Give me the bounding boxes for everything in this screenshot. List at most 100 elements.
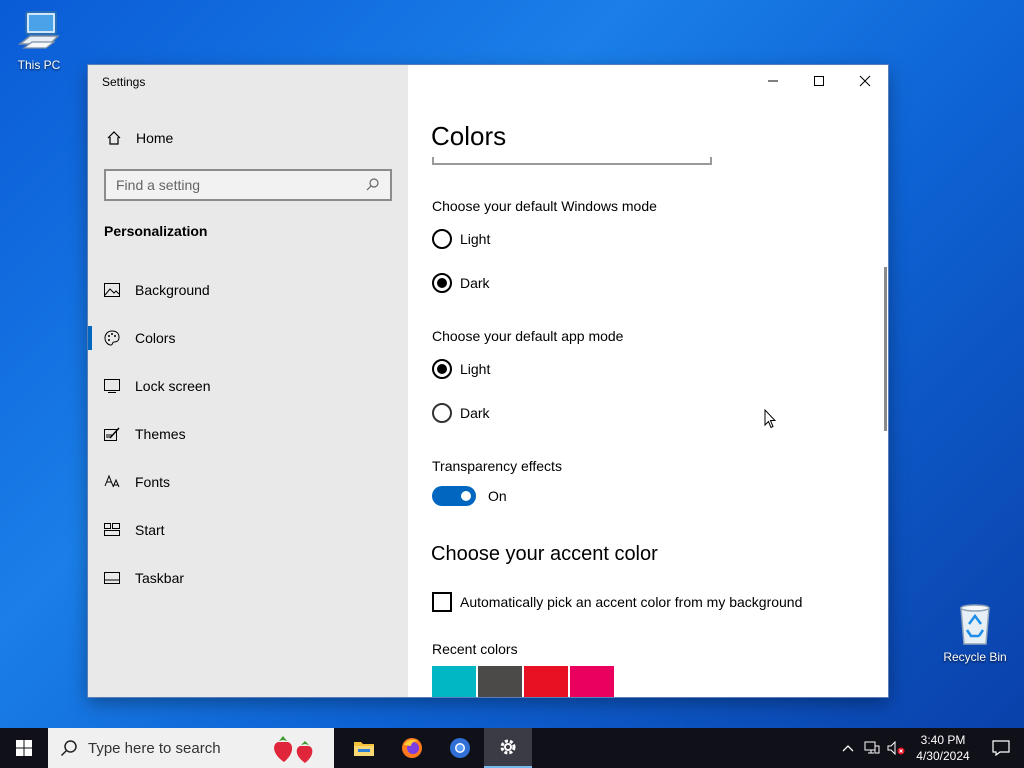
desktop-icon-label: Recycle Bin xyxy=(943,650,1007,664)
sidebar-item-label: Fonts xyxy=(135,474,171,490)
fonts-icon xyxy=(104,474,120,490)
sidebar-item-label: Lock screen xyxy=(135,378,211,394)
recent-colors xyxy=(432,666,614,697)
page-title: Colors xyxy=(431,121,507,151)
sidebar-nav: Background Colors Lock screen Themes Fon… xyxy=(88,266,408,602)
taskbar-file-explorer[interactable] xyxy=(340,728,388,768)
notification-icon xyxy=(992,740,1010,756)
minimize-icon xyxy=(768,80,778,82)
section-title: Personalization xyxy=(104,223,208,239)
system-tray: 3:40 PM 4/30/2024 xyxy=(836,728,1024,768)
sidebar-item-fonts[interactable]: Fonts xyxy=(88,458,408,506)
windows-logo-icon xyxy=(16,740,32,756)
find-setting-input[interactable]: Find a setting xyxy=(104,169,392,201)
app-mode-label: Choose your default app mode xyxy=(432,328,624,344)
maximize-button[interactable] xyxy=(796,65,842,97)
taskbar-search-placeholder: Type here to search xyxy=(88,739,221,757)
radio-button-selected[interactable] xyxy=(432,359,452,379)
mouse-cursor-icon xyxy=(764,409,776,429)
sidebar-item-label: Taskbar xyxy=(135,570,185,586)
taskbar-firefox[interactable] xyxy=(388,728,436,768)
radio-label: Dark xyxy=(460,275,490,291)
search-icon xyxy=(60,740,77,757)
settings-icon xyxy=(500,739,516,755)
sidebar-item-home[interactable]: Home xyxy=(88,123,408,153)
taskbar-settings[interactable] xyxy=(484,728,532,768)
home-icon xyxy=(106,130,122,146)
sidebar-item-background[interactable]: Background xyxy=(88,266,408,314)
checkbox-label: Automatically pick an accent color from … xyxy=(460,594,803,610)
volume-muted-icon xyxy=(887,741,905,755)
sidebar-item-label: Start xyxy=(135,522,165,538)
app-mode-light-radio[interactable]: Light xyxy=(432,359,490,379)
computer-icon xyxy=(17,11,60,49)
network-icon xyxy=(864,741,880,754)
sidebar-item-label: Themes xyxy=(135,426,186,442)
content-pane: Colors Choose your default Windows mode … xyxy=(408,65,888,697)
windows-mode-dark-radio[interactable]: Dark xyxy=(432,273,490,293)
themes-icon xyxy=(104,426,120,442)
lock-screen-icon xyxy=(104,378,120,394)
sidebar: Settings Home Find a setting Personaliza… xyxy=(88,65,408,697)
picture-icon xyxy=(104,282,120,298)
sidebar-item-themes[interactable]: Themes xyxy=(88,410,408,458)
scrollbar[interactable] xyxy=(884,267,887,431)
desktop-icon-recycle-bin[interactable]: Recycle Bin xyxy=(940,600,1010,664)
start-button[interactable] xyxy=(0,728,48,768)
taskbar-chromium[interactable] xyxy=(436,728,484,768)
taskbar: Type here to search 3:40 PM 4/30/2024 xyxy=(0,728,1024,768)
window-title: Settings xyxy=(102,75,146,89)
app-mode-dark-radio[interactable]: Dark xyxy=(432,403,490,423)
sidebar-item-taskbar[interactable]: Taskbar xyxy=(88,554,408,602)
desktop-icon-this-pc[interactable]: This PC xyxy=(4,8,74,72)
color-swatch[interactable] xyxy=(478,666,522,697)
sidebar-item-colors[interactable]: Colors xyxy=(88,314,408,362)
settings-window: Settings Home Find a setting Personaliza… xyxy=(88,65,888,697)
sidebar-item-label: Background xyxy=(135,282,210,298)
sidebar-home-label: Home xyxy=(136,130,174,146)
start-icon xyxy=(104,522,120,538)
radio-label: Light xyxy=(460,361,491,377)
radio-label: Light xyxy=(460,231,491,247)
clock[interactable]: 3:40 PM 4/30/2024 xyxy=(908,732,978,764)
radio-button-selected[interactable] xyxy=(432,273,452,293)
close-icon xyxy=(859,75,871,87)
sidebar-item-lock-screen[interactable]: Lock screen xyxy=(88,362,408,410)
color-swatch[interactable] xyxy=(524,666,568,697)
desktop-icon-label: This PC xyxy=(17,58,61,72)
radio-button[interactable] xyxy=(432,403,452,423)
sidebar-item-label: Colors xyxy=(135,330,176,346)
search-placeholder: Find a setting xyxy=(116,177,201,193)
color-swatch[interactable] xyxy=(432,666,476,697)
firefox-icon xyxy=(402,738,422,758)
show-hidden-icons-button[interactable] xyxy=(836,744,860,752)
color-swatch[interactable] xyxy=(570,666,614,697)
windows-mode-light-radio[interactable]: Light xyxy=(432,229,490,249)
auto-accent-checkbox[interactable] xyxy=(432,592,452,612)
windows-mode-label: Choose your default Windows mode xyxy=(432,198,657,214)
chevron-up-icon xyxy=(842,745,854,752)
chromium-icon xyxy=(450,738,470,758)
recent-colors-label: Recent colors xyxy=(432,641,518,657)
accent-heading: Choose your accent color xyxy=(431,543,658,565)
file-explorer-icon xyxy=(354,742,374,756)
taskbar-search-box[interactable]: Type here to search xyxy=(48,728,334,768)
transparency-toggle[interactable] xyxy=(432,486,476,506)
auto-accent-checkbox-row[interactable]: Automatically pick an accent color from … xyxy=(432,592,802,612)
clock-time: 3:40 PM xyxy=(920,733,966,747)
search-icon xyxy=(366,177,380,194)
radio-label: Dark xyxy=(460,405,490,421)
clock-date: 4/30/2024 xyxy=(916,749,970,763)
recycle-bin-icon xyxy=(960,604,990,645)
close-button[interactable] xyxy=(842,65,888,97)
sidebar-item-start[interactable]: Start xyxy=(88,506,408,554)
volume-button[interactable] xyxy=(884,741,908,755)
network-button[interactable] xyxy=(860,741,884,755)
radio-button[interactable] xyxy=(432,229,452,249)
action-center-button[interactable] xyxy=(978,740,1024,756)
transparency-label: Transparency effects xyxy=(432,458,562,474)
transparency-toggle-row[interactable]: On xyxy=(432,486,507,506)
toggle-state: On xyxy=(488,488,507,504)
window-controls xyxy=(750,65,888,97)
minimize-button[interactable] xyxy=(750,65,796,97)
